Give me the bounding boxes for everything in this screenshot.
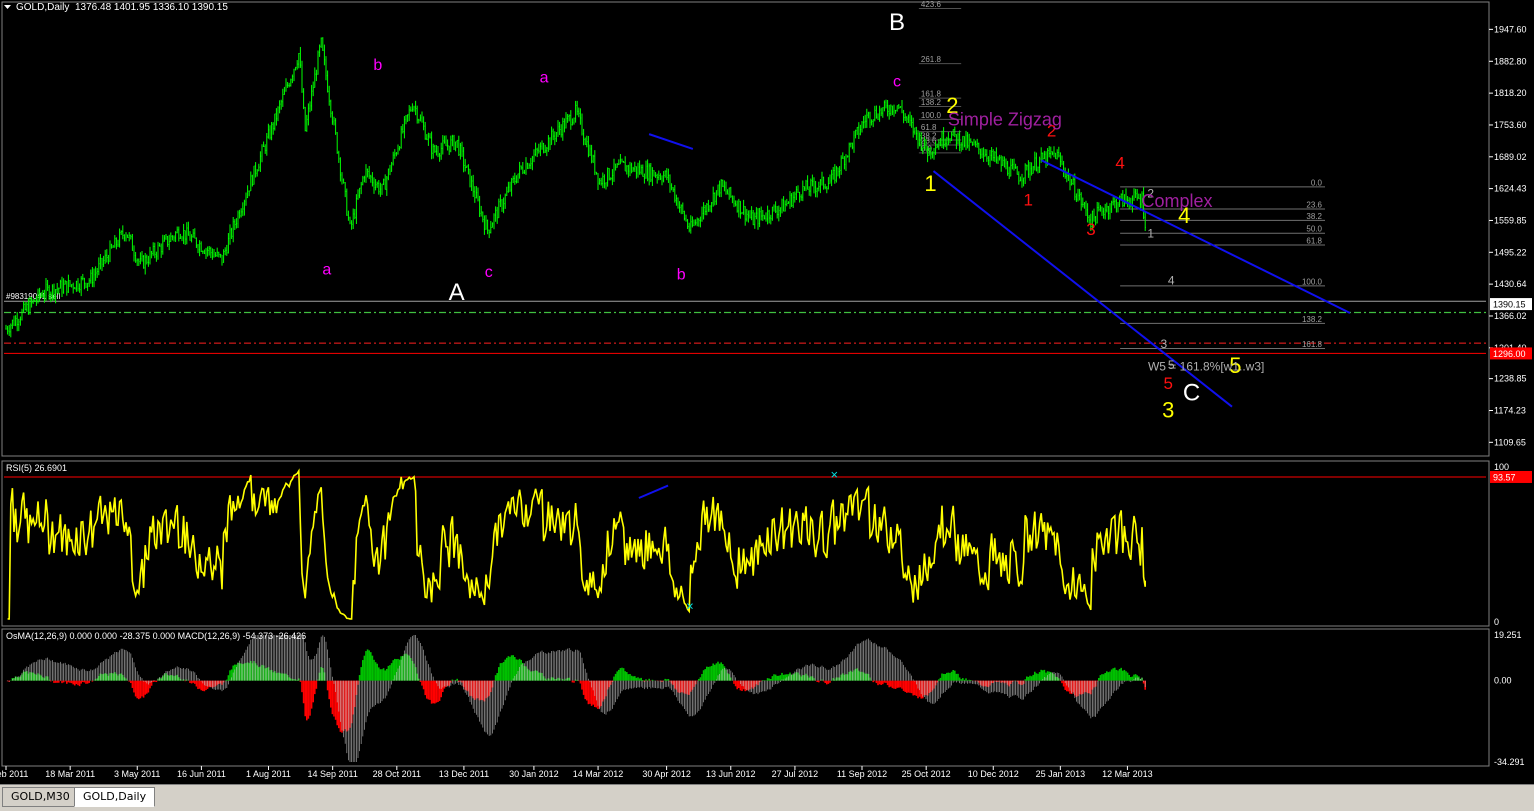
fib-level-label: 100.0	[1302, 277, 1323, 286]
rsi-cross-marker: ×	[831, 467, 839, 482]
wave-label: 4	[1168, 273, 1175, 287]
fib-level-label: 100.0	[921, 111, 942, 120]
symbol-title: GOLD,Daily	[16, 2, 69, 13]
date-tick-label: 14 Mar 2012	[573, 769, 624, 779]
macd-tick-label: -34.291	[1494, 757, 1525, 767]
chart-canvas: #98319041 sell 423.6261.8161.8138.2100.0…	[0, 0, 1532, 779]
wave-label: 1	[924, 171, 936, 196]
ohlc-readout: 1376.48 1401.95 1336.10 1390.15	[75, 2, 228, 13]
date-tick-label: 13 Jun 2012	[706, 769, 756, 779]
price-tick-label: 1947.60	[1494, 24, 1527, 34]
wave-label: 1	[1024, 191, 1033, 210]
fib-level-label: 61.8	[1306, 237, 1322, 246]
price-tick-label: 1689.02	[1494, 152, 1527, 162]
wave-label: B	[889, 9, 905, 36]
date-tick-label: 12 Mar 2013	[1102, 769, 1153, 779]
wave-label: 3	[1162, 398, 1174, 423]
wave-label: c	[485, 264, 493, 281]
price-axis: 1947.60 1882.80 1818.20 1753.60 1689.02 1624.…	[1489, 24, 1532, 447]
tab-gold-m30[interactable]: GOLD,M30	[2, 787, 79, 807]
price-tick-label: 1559.85	[1494, 215, 1527, 225]
wave-label: 3	[1161, 337, 1168, 351]
date-tick-label: 3 May 2011	[114, 769, 160, 779]
wave-label: 4	[1115, 154, 1124, 173]
price-tick-label: 1366.02	[1494, 311, 1527, 321]
fib-level-label: 50.0	[1306, 225, 1322, 234]
date-axis: 2 Feb 2011 18 Mar 2011 3 May 2011 16 Jun 20…	[0, 766, 1153, 779]
tab-gold-daily[interactable]: GOLD,Daily	[74, 787, 156, 807]
date-tick-label: 1 Aug 2011	[246, 769, 291, 779]
rsi-tick-label: 0	[1494, 617, 1499, 627]
rsi-cross-marker: ×	[686, 599, 694, 614]
rsi-level-label: 93.57	[1493, 472, 1516, 482]
wave-label: b	[677, 267, 686, 284]
macd-panel[interactable]	[1, 628, 1490, 767]
date-tick-label: 18 Mar 2011	[45, 769, 95, 779]
macd-tick-label: 0.00	[1494, 676, 1512, 686]
macd-tick-label: 19.251	[1494, 630, 1522, 640]
date-tick-label: 30 Apr 2012	[642, 769, 691, 779]
wave-label: A	[449, 279, 465, 306]
wave-label: 5	[1164, 374, 1173, 393]
wave-label: Simple Zigzag	[948, 109, 1062, 129]
fib-level-label: 38.2	[1306, 212, 1322, 221]
fib-level-label: 161.8	[1302, 340, 1323, 349]
fib-level-label: 423.6	[921, 0, 942, 9]
fib-level-label: 23.6	[1306, 201, 1322, 210]
price-tick-label: 1753.60	[1494, 120, 1527, 130]
rsi-tick-label: 100	[1494, 462, 1509, 472]
date-tick-label: 2 Feb 2011	[0, 769, 28, 779]
price-panel[interactable]	[1, 1, 1490, 457]
date-tick-label: 30 Jan 2012	[509, 769, 559, 779]
fib-level-label: 138.2	[921, 98, 942, 107]
macd-label: OsMA(12,26,9) 0.000 0.000 -28.375 0.000 …	[6, 631, 306, 641]
date-tick-label: 25 Jan 2013	[1036, 769, 1086, 779]
wave-label: W5 = 161.8%[w1..w3]	[1148, 360, 1264, 374]
level-price-label: 1296.00	[1493, 349, 1526, 359]
symbol-header: GOLD,Daily 1376.48 1401.95 1336.10 1390.…	[4, 2, 228, 13]
chart-tab-bar: GOLD,M30 GOLD,Daily	[0, 784, 1534, 811]
date-tick-label: 14 Sep 2011	[307, 769, 357, 779]
rsi-label: RSI(5) 26.6901	[6, 463, 67, 473]
price-tick-label: 1818.20	[1494, 88, 1527, 98]
fib-level-label: 0.0	[1311, 178, 1323, 187]
price-tick-label: 1882.80	[1494, 56, 1527, 66]
date-tick-label: 13 Dec 2011	[439, 769, 489, 779]
fib-level-label: 138.2	[1302, 315, 1323, 324]
price-tick-label: 1430.64	[1494, 279, 1527, 289]
rsi-panel[interactable]	[1, 460, 1490, 627]
date-tick-label: 25 Oct 2012	[902, 769, 951, 779]
date-tick-label: 28 Oct 2011	[373, 769, 421, 779]
wave-label: Complex	[1141, 191, 1212, 211]
wave-label: C	[1183, 379, 1200, 406]
wave-label: b	[373, 57, 382, 74]
date-tick-label: 11 Sep 2012	[837, 769, 887, 779]
price-tick-label: 1174.23	[1494, 405, 1526, 415]
wave-label: a	[322, 262, 331, 279]
wave-label: c	[893, 73, 901, 90]
date-tick-label: 16 Jun 2011	[177, 769, 226, 779]
date-tick-label: 27 Jul 2012	[772, 769, 819, 779]
current-price-label: 1390.15	[1493, 300, 1526, 310]
wave-label: 3	[1086, 220, 1095, 239]
price-tick-label: 1238.85	[1494, 374, 1527, 384]
wave-label: a	[540, 69, 549, 86]
fib-level-label: 261.8	[921, 55, 942, 64]
price-tick-label: 1624.43	[1494, 184, 1527, 194]
price-tick-label: 1109.65	[1494, 437, 1526, 447]
date-tick-label: 10 Dec 2012	[968, 769, 1019, 779]
price-tick-label: 1495.22	[1494, 247, 1527, 257]
wave-label: 1	[1147, 227, 1154, 241]
